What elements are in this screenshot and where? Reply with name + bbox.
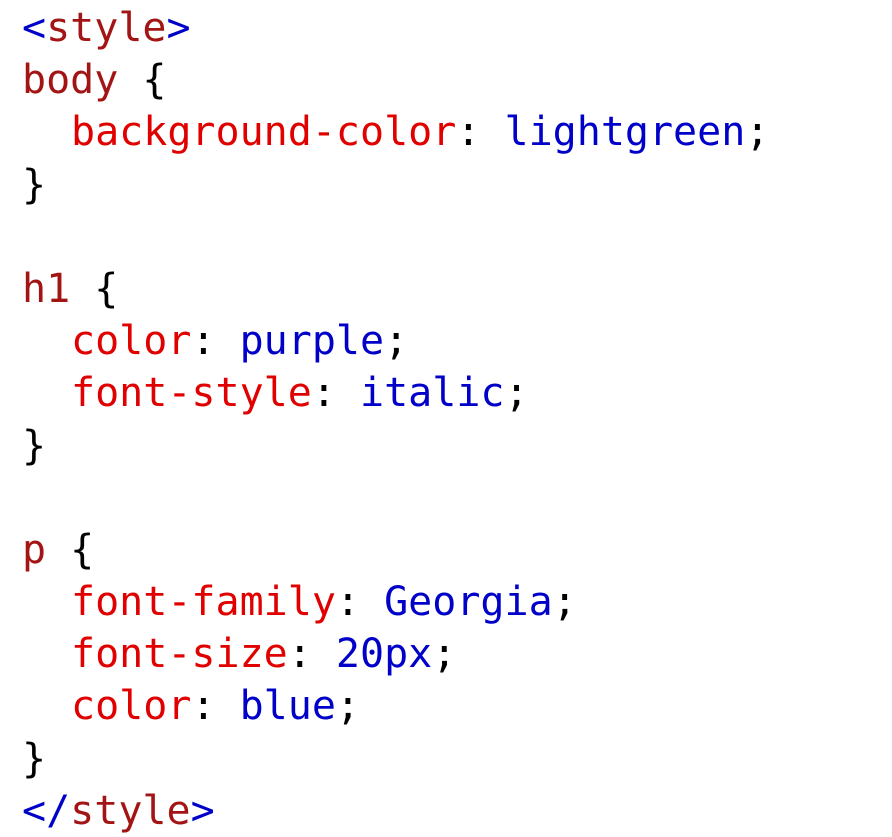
code-line: body { xyxy=(22,54,769,106)
semicolon: ; xyxy=(504,370,529,417)
css-value: Georgia xyxy=(384,579,553,626)
close-brace: } xyxy=(22,161,47,208)
css-value: purple xyxy=(239,318,385,365)
code-line: } xyxy=(22,733,769,785)
css-selector: p xyxy=(22,526,47,573)
semicolon: ; xyxy=(384,318,409,365)
code-line: </style> xyxy=(22,785,769,837)
css-selector: h1 xyxy=(22,265,71,312)
tag-name: style xyxy=(46,5,167,51)
code-line: h1 { xyxy=(22,263,769,315)
tag-bracket: > xyxy=(166,5,191,51)
tag-bracket: > xyxy=(190,787,215,834)
css-property: font-family xyxy=(71,579,336,626)
css-property: color xyxy=(71,683,192,730)
close-brace: } xyxy=(22,422,47,469)
semicolon: ; xyxy=(432,631,457,678)
code-line: p { xyxy=(22,524,769,576)
open-brace: { xyxy=(70,265,119,312)
code-line: font-style: italic; xyxy=(22,367,769,419)
colon: : xyxy=(191,318,240,365)
open-brace: { xyxy=(46,526,95,573)
colon: : xyxy=(287,631,336,678)
css-value: 20px xyxy=(335,631,433,678)
tag-name: style xyxy=(70,787,191,834)
colon: : xyxy=(456,109,505,156)
colon: : xyxy=(335,579,385,626)
css-selector: body xyxy=(22,57,119,104)
code-line: <style> xyxy=(22,2,769,54)
close-brace: } xyxy=(22,735,47,782)
code-line: background-color: lightgreen; xyxy=(22,106,769,158)
css-value: italic xyxy=(360,370,505,417)
semicolon: ; xyxy=(335,683,361,730)
code-line: color: purple; xyxy=(22,315,769,367)
code-line: } xyxy=(22,420,769,472)
css-property: font-size xyxy=(71,631,288,678)
code-line: font-size: 20px; xyxy=(22,628,769,680)
css-property: background-color xyxy=(71,109,457,156)
code-line: } xyxy=(22,159,769,211)
colon: : xyxy=(311,370,360,417)
tag-bracket: < xyxy=(22,5,47,51)
colon: : xyxy=(191,683,240,730)
css-property: font-style xyxy=(71,370,312,417)
semicolon: ; xyxy=(552,579,577,626)
open-brace: { xyxy=(118,57,167,104)
semicolon: ; xyxy=(745,109,770,156)
css-value: lightgreen xyxy=(504,109,746,156)
code-line: color: blue; xyxy=(22,680,769,732)
css-value: blue xyxy=(239,683,336,730)
css-property: color xyxy=(71,318,192,365)
code-line: font-family: Georgia; xyxy=(22,576,769,628)
code-block: <style> body {background-color: lightgree… xyxy=(22,2,769,837)
tag-bracket: </ xyxy=(22,787,71,834)
